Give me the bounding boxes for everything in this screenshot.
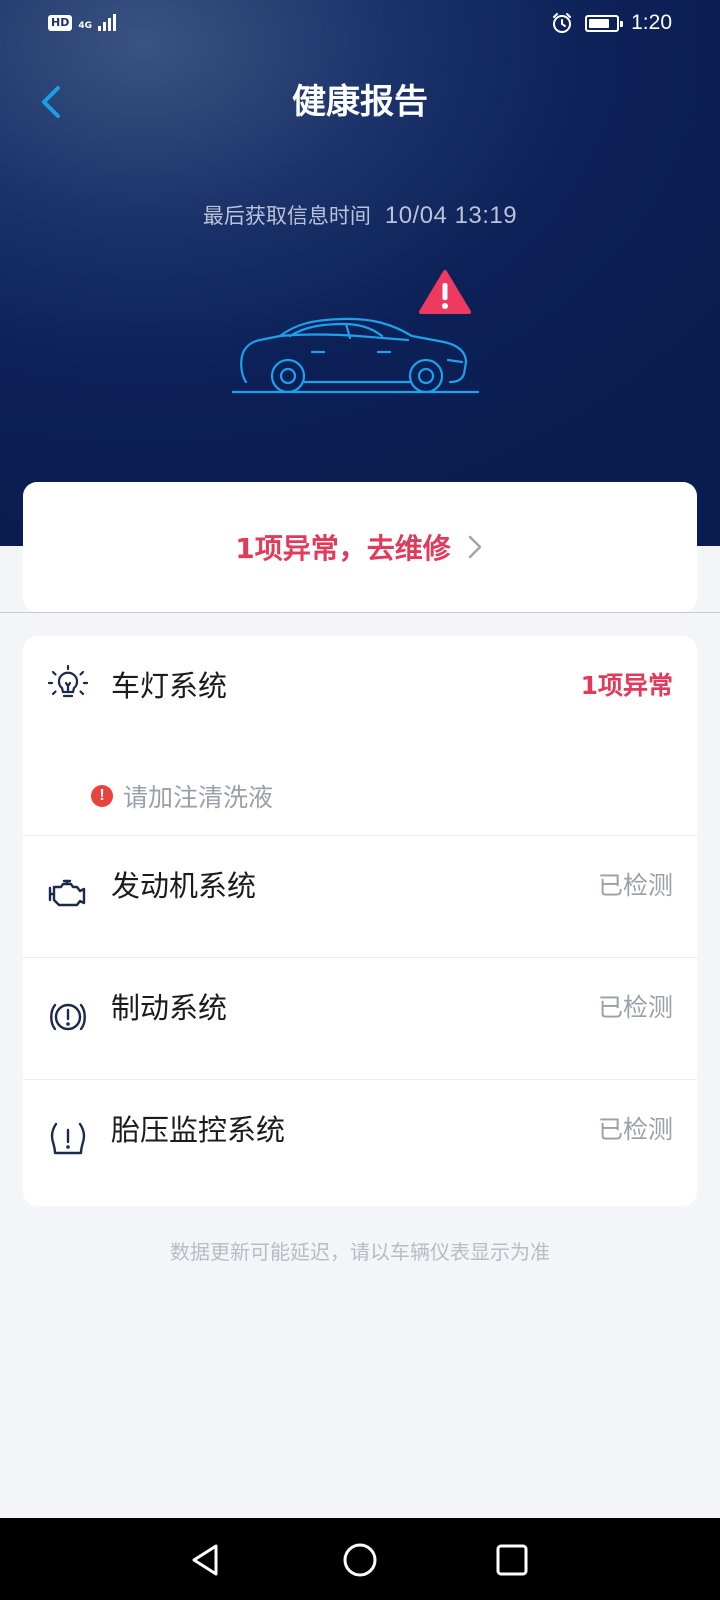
issue-text: 请加注清洗液 xyxy=(123,783,274,812)
alarm-icon xyxy=(553,13,572,33)
repair-card[interactable]: 1项异常，去维修 xyxy=(23,482,697,612)
system-status: 已检测 xyxy=(597,1115,673,1144)
system-status: 已检测 xyxy=(597,993,673,1022)
brake-icon xyxy=(50,1003,86,1031)
systems-list: 车灯系统 1项异常 ! 请加注清洗液 发动机系统 已检测 制动系统 已检测 胎压… xyxy=(23,636,697,1206)
warning-triangle-icon xyxy=(419,270,471,314)
repair-label: 1项异常，去维修 xyxy=(235,532,451,565)
section-divider xyxy=(0,612,720,613)
back-triangle-icon[interactable] xyxy=(184,1538,228,1582)
system-label: 车灯系统 xyxy=(111,669,228,703)
system-status: 1项异常 xyxy=(580,671,673,700)
system-row-brake[interactable]: 制动系统 已检测 xyxy=(23,958,697,1080)
tire-pressure-icon xyxy=(50,1122,86,1155)
status-right: 1:20 xyxy=(551,11,672,35)
system-label: 胎压监控系统 xyxy=(111,1113,286,1147)
system-row-engine[interactable]: 发动机系统 已检测 xyxy=(23,836,697,958)
signal-icon xyxy=(98,13,116,31)
status-left: HD 4G xyxy=(48,13,116,31)
engine-icon xyxy=(48,879,86,907)
status-time: 1:20 xyxy=(631,11,672,34)
home-circle-icon[interactable] xyxy=(338,1538,382,1582)
recents-square-icon[interactable] xyxy=(490,1538,534,1582)
network-type: 4G xyxy=(78,21,92,31)
status-bar: HD 4G 1:20 xyxy=(0,0,720,48)
car-illustration xyxy=(232,270,480,394)
light-bulb-icon xyxy=(47,664,89,698)
battery-icon xyxy=(585,14,624,32)
system-label: 发动机系统 xyxy=(111,869,257,903)
system-label: 制动系统 xyxy=(111,991,228,1025)
exclamation-icon: ! xyxy=(91,785,113,807)
last-fetch-info: 最后获取信息时间 10/04 13:19 xyxy=(0,200,720,232)
system-status: 已检测 xyxy=(597,871,673,900)
page-title: 健康报告 xyxy=(292,82,428,122)
issue-item: ! 请加注清洗液 xyxy=(91,778,273,814)
last-fetch-label: 最后获取信息时间 xyxy=(202,204,371,228)
system-row-lights[interactable]: 车灯系统 1项异常 ! 请加注清洗液 xyxy=(23,636,697,836)
navigation-bar xyxy=(0,1518,720,1600)
last-fetch-time: 10/04 13:19 xyxy=(384,202,518,229)
hd-badge: HD xyxy=(48,15,73,31)
data-delay-note: 数据更新可能延迟，请以车辆仪表显示为准 xyxy=(170,1240,550,1264)
system-row-tire-pressure[interactable]: 胎压监控系统 已检测 xyxy=(23,1080,697,1206)
chevron-right-icon xyxy=(468,535,481,559)
